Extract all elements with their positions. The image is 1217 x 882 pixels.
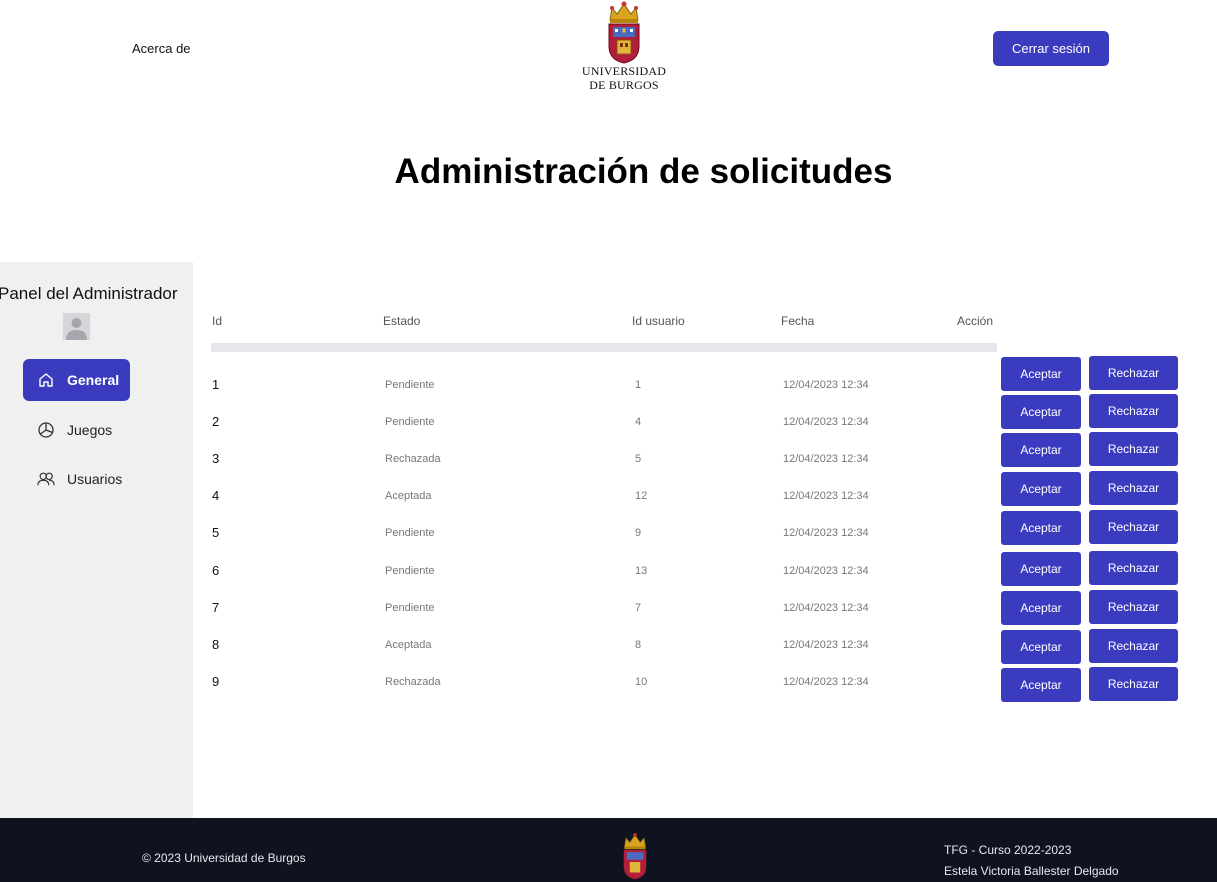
row-fecha: 12/04/2023 12:34 [783, 416, 869, 428]
sidebar-item-label: Juegos [67, 422, 113, 438]
sidebar-title: Panel del Administrador [0, 284, 178, 303]
row-fecha: 12/04/2023 12:34 [783, 602, 869, 614]
accept-button[interactable]: Aceptar [1001, 630, 1081, 664]
row-id-usuario: 10 [635, 676, 648, 688]
sidebar-item-label: General [67, 372, 120, 388]
accept-button[interactable]: Aceptar [1001, 395, 1081, 429]
site-footer: © 2023 Universidad de Burgos TFG - Curso… [0, 818, 1217, 882]
reject-button[interactable]: Rechazar [1089, 551, 1178, 585]
row-id: 2 [212, 414, 220, 429]
row-id: 9 [212, 674, 220, 689]
site-header: Acerca de UNIVERSIDAD DE BURGOS Cerrar s… [0, 0, 1217, 110]
footer-logo [620, 832, 650, 882]
row-fecha: 12/04/2023 12:34 [783, 379, 869, 391]
footer-info: TFG - Curso 2022-2023 Estela Victoria Ba… [944, 840, 1119, 882]
reject-button[interactable]: Rechazar [1089, 432, 1178, 466]
about-link[interactable]: Acerca de [132, 41, 191, 56]
column-header-id: Id [212, 314, 223, 328]
row-id-usuario: 1 [635, 379, 642, 391]
reject-button[interactable]: Rechazar [1089, 510, 1178, 544]
row-id-usuario: 9 [635, 527, 642, 539]
row-id: 6 [212, 563, 220, 578]
row-id: 3 [212, 451, 220, 466]
row-fecha: 12/04/2023 12:34 [783, 490, 869, 502]
accept-button[interactable]: Aceptar [1001, 472, 1081, 506]
home-icon [37, 371, 55, 389]
row-estado: Pendiente [385, 565, 435, 577]
row-id-usuario: 7 [635, 602, 642, 614]
column-header-estado: Estado [383, 314, 421, 328]
row-estado: Pendiente [385, 379, 435, 391]
sidebar-item-juegos[interactable]: Juegos [23, 409, 130, 451]
sidebar-item-usuarios[interactable]: Usuarios [23, 458, 130, 500]
university-logo[interactable]: UNIVERSIDAD DE BURGOS [576, 0, 672, 104]
course-text: TFG - Curso 2022-2023 [944, 843, 1072, 857]
column-header-fecha: Fecha [781, 314, 815, 328]
accept-button[interactable]: Aceptar [1001, 591, 1081, 625]
row-id: 1 [212, 377, 220, 392]
logo-text-line1: UNIVERSIDAD [581, 64, 667, 78]
reject-button[interactable]: Rechazar [1089, 590, 1178, 624]
requests-table: Id Estado Id usuario Fecha Acción 1 Pendi… [193, 262, 1217, 818]
accept-button[interactable]: Aceptar [1001, 511, 1081, 545]
page-title: Administración de solicitudes [394, 152, 893, 191]
row-id-usuario: 12 [635, 490, 648, 502]
column-header-accion: Acción [957, 314, 994, 328]
row-fecha: 12/04/2023 12:34 [783, 565, 869, 577]
accept-button[interactable]: Aceptar [1001, 357, 1081, 391]
university-crest-icon [623, 833, 647, 880]
row-estado: Aceptada [385, 639, 432, 651]
author-text: Estela Victoria Ballester Delgado [944, 864, 1119, 878]
university-crest-icon [608, 1, 640, 64]
column-header-id-usuario: Id usuario [632, 314, 685, 328]
row-fecha: 12/04/2023 12:34 [783, 639, 869, 651]
row-estado: Pendiente [385, 602, 435, 614]
row-estado: Pendiente [385, 527, 435, 539]
logout-button[interactable]: Cerrar sesión [993, 31, 1109, 66]
reject-button[interactable]: Rechazar [1089, 394, 1178, 428]
logo-text-line2: DE BURGOS [589, 78, 659, 92]
row-fecha: 12/04/2023 12:34 [783, 676, 869, 688]
sidebar-item-label: Usuarios [67, 471, 123, 487]
accept-button[interactable]: Aceptar [1001, 552, 1081, 586]
row-fecha: 12/04/2023 12:34 [783, 453, 869, 465]
pie-chart-icon [37, 421, 55, 439]
accept-button[interactable]: Aceptar [1001, 433, 1081, 467]
copyright-text: © 2023 Universidad de Burgos [142, 851, 306, 865]
users-icon [37, 470, 55, 488]
reject-button[interactable]: Rechazar [1089, 629, 1178, 663]
row-estado: Aceptada [385, 490, 432, 502]
table-header-divider [211, 343, 997, 352]
sidebar-item-general[interactable]: General [23, 359, 130, 401]
row-id: 8 [212, 637, 220, 652]
row-id: 5 [212, 525, 220, 540]
row-id: 4 [212, 488, 220, 503]
row-estado: Rechazada [385, 453, 441, 465]
row-estado: Pendiente [385, 416, 435, 428]
row-estado: Rechazada [385, 676, 441, 688]
row-id: 7 [212, 600, 220, 615]
reject-button[interactable]: Rechazar [1089, 356, 1178, 390]
row-id-usuario: 8 [635, 639, 642, 651]
row-id-usuario: 5 [635, 453, 642, 465]
admin-sidebar: Panel del Administrador General Juegos U… [0, 262, 193, 818]
reject-button[interactable]: Rechazar [1089, 471, 1178, 505]
row-fecha: 12/04/2023 12:34 [783, 527, 869, 539]
row-id-usuario: 4 [635, 416, 642, 428]
user-avatar-icon [66, 318, 87, 340]
reject-button[interactable]: Rechazar [1089, 667, 1178, 701]
avatar[interactable] [63, 313, 90, 340]
accept-button[interactable]: Aceptar [1001, 668, 1081, 702]
row-id-usuario: 13 [635, 565, 648, 577]
